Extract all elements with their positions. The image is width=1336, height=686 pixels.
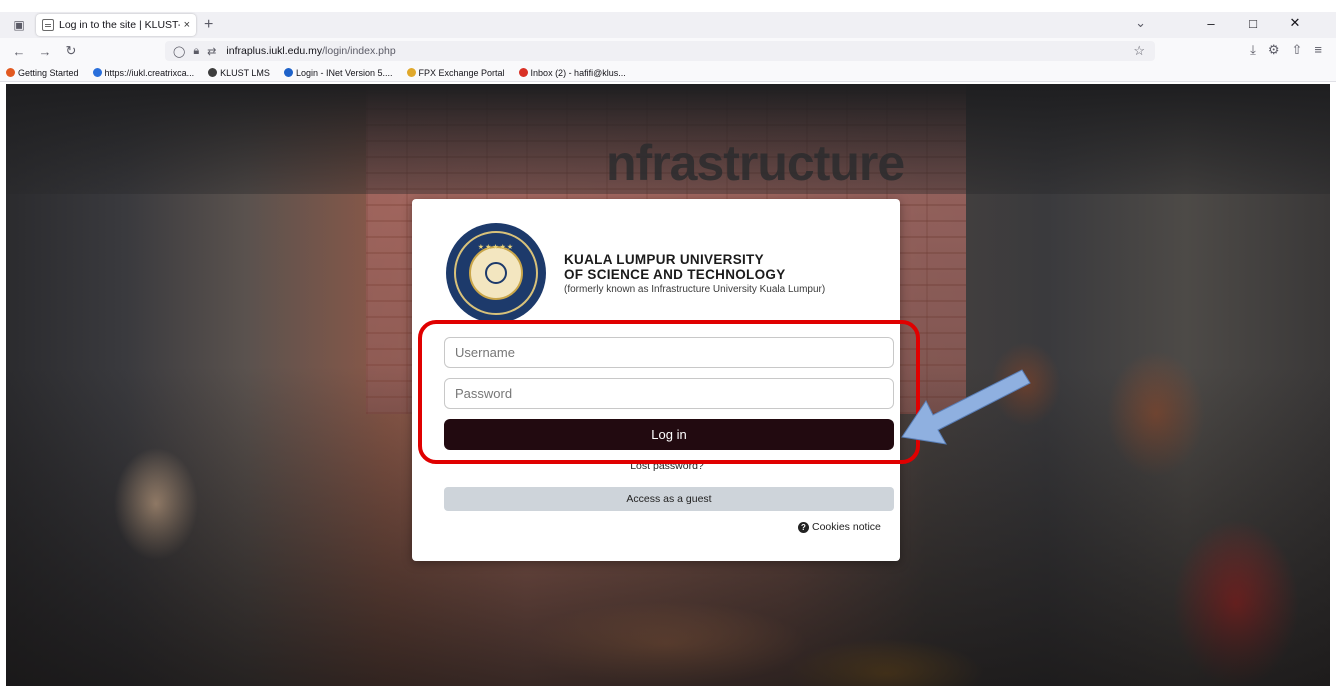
shield-icon[interactable]: ◯ [173,45,185,58]
wall-sign-text: nfrastructure [606,135,905,191]
extensions-icon[interactable]: ⚙ [1268,42,1280,58]
tab-list-icon[interactable]: ▣ [6,14,32,36]
bookmark-favicon-icon [6,68,15,77]
bookmark-item[interactable]: Inbox (2) - hafifi@klus... [518,67,626,78]
bookmark-item[interactable]: KLUST LMS [208,68,270,78]
close-tab-icon[interactable]: × [184,19,190,31]
lock-icon[interactable]: 🔒︎ [193,45,199,58]
bookmark-favicon-icon [92,68,102,77]
top-margin [0,0,1336,12]
university-name: KUALA LUMPUR UNIVERSITY OF SCIENCE AND T… [564,252,825,295]
bookmark-label: https://iukl.creatrixca... [104,67,195,78]
cookies-notice-label: Cookies notice [812,521,881,533]
star-icon[interactable]: ☆ [1133,43,1145,59]
forward-icon[interactable]: → [34,44,56,59]
navigation-bar: ← → ↻ ◯ 🔒︎ ⇄ infraplus.iukl.edu.my/login… [0,38,1336,64]
toolbar-icons: ⤓ ⚙ ⇧ ≡ [1250,42,1322,58]
bookmark-label: Inbox (2) - hafifi@klus... [530,67,626,78]
close-window-icon[interactable]: ✕ [1274,15,1316,31]
download-icon[interactable]: ⤓ [1250,42,1256,58]
university-name-line2: OF SCIENCE AND TECHNOLOGY [564,266,786,282]
new-tab-icon[interactable]: + [204,16,213,34]
url-path: /login/index.php [322,45,396,57]
university-former-name: (formerly known as Infrastructure Univer… [564,283,826,295]
bookmark-item[interactable]: Getting Started [6,68,79,78]
url-text: infraplus.iukl.edu.my/login/index.php [226,45,395,57]
bookmark-label: Login - INet Version 5.... [295,67,393,78]
university-name-line1: KUALA LUMPUR UNIVERSITY [564,251,764,267]
bookmark-favicon-icon [208,68,218,77]
bookmarks-bar: Getting Started https://iukl.creatrixca..… [0,64,1336,82]
tab-title: Log in to the site | KLUST-Infra [59,19,180,31]
bookmark-item[interactable]: Login - INet Version 5.... [283,67,393,78]
back-icon[interactable]: ← [8,44,30,59]
menu-icon[interactable]: ≡ [1314,42,1322,58]
red-highlight-box [418,320,920,464]
permissions-icon[interactable]: ⇄ [207,45,216,58]
bookmark-item[interactable]: https://iukl.creatrixca... [92,67,195,78]
tab-strip: ▣ Log in to the site | KLUST-Infra × + ⌄… [0,12,1336,38]
site-favicon-icon [42,19,54,31]
bookmark-label: Getting Started [18,67,79,78]
minimize-icon[interactable]: – [1190,16,1232,31]
share-icon[interactable]: ⇧ [1292,42,1303,58]
url-host: infraplus.iukl.edu.my [226,45,323,57]
guest-access-button[interactable]: Access as a guest [444,487,894,511]
cookies-notice-link[interactable]: ? Cookies notice [798,521,881,533]
browser-tab[interactable]: Log in to the site | KLUST-Infra × [36,14,196,36]
bookmark-label: FPX Exchange Portal [418,67,505,78]
question-icon: ? [798,521,809,533]
bookmark-favicon-icon [406,68,416,77]
chevron-down-icon[interactable]: ⌄ [1135,15,1146,31]
window-controls: ⌄ – □ ✕ [1135,15,1316,31]
url-bar[interactable]: ◯ 🔒︎ ⇄ infraplus.iukl.edu.my/login/index… [165,41,1155,61]
seal-stars: ★★★★★ [477,244,515,251]
university-seal-icon: ★★★★★ [446,223,546,323]
university-logo: ★★★★★ KUALA LUMPUR UNIVERSITY OF SCIENCE… [446,223,825,323]
bookmark-favicon-icon [283,68,293,77]
bookmark-label: KLUST LMS [220,67,270,78]
bookmark-favicon-icon [518,68,528,77]
reload-icon[interactable]: ↻ [60,43,82,59]
bookmark-item[interactable]: FPX Exchange Portal [406,67,505,78]
maximize-icon[interactable]: □ [1232,16,1274,31]
